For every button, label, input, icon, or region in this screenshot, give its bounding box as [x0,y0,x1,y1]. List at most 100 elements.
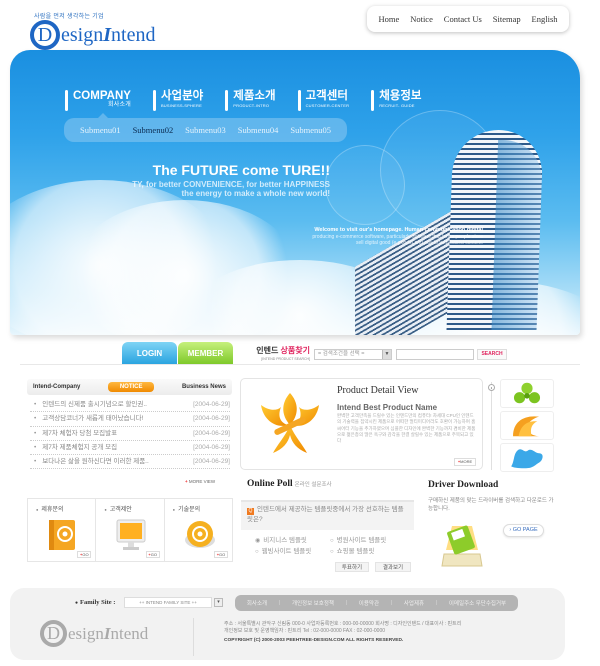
search-select-value: = 검색조건을 선택 = [318,351,365,357]
nav-sublabel: CUSTOMER-CENTER [305,103,350,108]
poll-option-radio[interactable]: 쇼핑몰 템플릿 [330,545,375,555]
nav-label: 채용정보 [379,90,422,102]
list-item[interactable]: 제7차 체험자 당첨 모집발표 [2004-06-29] [30,427,230,441]
inquiry-partnership[interactable]: 제휴문의 +GO [28,499,97,561]
search-input[interactable] [396,349,474,360]
divider [20,364,580,365]
footer-links: 회사소개 | 개인정보 보호정책 | 이용약관 | 사업제휴 | 이메일주소 무단수집거… [235,595,518,611]
site-logo[interactable]: D esignIntend [30,20,155,50]
product-name: Intend Best Product Name [337,403,438,412]
hero-title: The FUTURE come TURE!! [152,162,330,178]
poll-option-radio[interactable]: 비지니스 템플릿 [255,534,307,544]
top-nav-english[interactable]: English [532,14,558,24]
submenu-item[interactable]: Submenu05 [290,125,331,135]
go-page-label: GO PAGE [512,527,538,533]
product-title: Product Detail View [337,385,419,396]
notice-date: [2004-06-29] [193,401,230,408]
main-nav-company[interactable]: COMPANY 회사소개 [65,90,131,111]
footer-link-partnership[interactable]: 사업제휴 [404,599,424,607]
nav-divider [65,90,68,111]
product-more-button[interactable]: +MORE [454,458,476,466]
go-page-button[interactable]: › GO PAGE [503,524,544,537]
nav-label: COMPANY [73,90,131,102]
list-item[interactable]: 인텐드의 신제품 출시기념으로 할인권.. [2004-06-29] [30,398,230,413]
poll-subtitle: 온라인 설문조사 [294,482,332,488]
inquiry-suggestion[interactable]: 고객제안 +GO [96,499,165,561]
thumb-green-clover[interactable] [500,379,554,408]
family-site-select[interactable]: ++ INTEND FAMILY SITE ++ [124,597,212,608]
separator: | [390,600,393,606]
poll-question-text: 인텐드에서 제공하는 템플릿중에서 가장 선호하는 템플릿은? [247,506,404,523]
more-view-link[interactable]: + MORE VIEW [185,479,215,484]
go-button[interactable]: +GO [145,551,160,558]
hero-subtitle: TY, for better CONVENIENCE, for better H… [0,180,330,198]
notice-date: [2004-06-29] [193,415,230,423]
inquiry-technical[interactable]: 기술문의 +GO [165,499,232,561]
notice-title: 고객상담코너가 새롭게 태어났습니다! [34,412,143,425]
thumb-orange-wave[interactable] [500,411,554,440]
main-nav-product[interactable]: 제품소개 PRODUCT-INTRO [225,90,276,111]
poll-option-radio[interactable]: 병원사이트 템플릿 [330,534,387,544]
driver-description: 구매하신 제품의 맞는 드라이버를 검색하고 다운로드 가능합니다. [428,498,554,512]
main-nav-customer[interactable]: 고객센터 CUSTOMER-CENTER [297,90,350,111]
thumbs-indicator[interactable]: • [488,384,495,391]
vote-button[interactable]: 투표하기 [335,562,369,572]
top-nav-notice[interactable]: Notice [410,14,433,24]
notice-title: 제7차 제품체험지 공개 모집 [34,441,117,454]
submenu-item[interactable]: Submenu04 [238,125,279,135]
separator: | [345,600,348,606]
submenu-item-active[interactable]: Submenu02 [133,125,174,135]
separator: | [435,600,438,606]
nav-sublabel: 회사소개 [108,102,131,108]
more-label: MORE [460,459,473,464]
poll-question: Q 인텐드에서 제공하는 템플릿중에서 가장 선호하는 템플릿은? [241,500,414,530]
footer-link-email-policy[interactable]: 이메일주소 무단수집거부 [449,599,506,607]
thumb-blue-splash[interactable] [500,443,554,472]
footer-link-company[interactable]: 회사소개 [247,599,267,607]
search-button[interactable]: SEARCH [477,349,507,360]
nav-sublabel: RECRUIT- GUIDE [379,103,415,108]
main-nav-recruit[interactable]: 채용정보 RECRUIT- GUIDE [371,90,422,111]
hero-subtitle-line: the energy to make a whole new world! [181,189,330,198]
logo-initial: D [30,20,60,50]
poll-option-radio[interactable]: 웹빙사이트 템플릿 [255,545,312,555]
tab-business-news[interactable]: Business News [182,384,226,390]
footer-link-terms[interactable]: 이용약관 [359,599,379,607]
nav-divider [225,90,229,111]
tab-notice[interactable]: NOTICE [107,382,155,392]
inquiry-label: 기술문의 [173,504,200,513]
separator: | [278,600,281,606]
footer-link-privacy[interactable]: 개인정보 보호정책 [292,599,334,607]
login-button[interactable]: LOGIN [122,342,177,364]
driver-title: Driver Download [428,480,499,490]
nav-label: 제품소개 [233,90,276,102]
tab-intend-company[interactable]: Intend-Company [33,384,80,390]
more-view-label: MORE VIEW [188,479,216,484]
nav-sublabel: BUSINESS-SPHERE [160,103,202,108]
go-button[interactable]: +GO [77,551,92,558]
main-nav-business[interactable]: 사업분야 BUSINESS-SPHERE [152,90,203,111]
notice-date: [2004-06-29] [193,429,230,437]
go-button[interactable]: +GO [213,551,228,558]
search-label: 인텐드 상품찾기 [240,347,310,355]
search-label-highlight: 상품찾기 [280,346,310,355]
notice-date: [2004-06-29] [193,458,230,466]
notice-title: 인텐드의 신제품 출시기념으로 할인권.. [34,398,147,411]
view-results-button[interactable]: 결과보기 [375,562,411,572]
notice-date: [2004-06-29] [193,443,230,451]
list-item[interactable]: 제7차 제품체험지 공개 모집 [2004-06-29] [30,441,230,456]
top-nav-contact[interactable]: Contact Us [444,14,482,24]
member-button[interactable]: MEMBER [178,342,233,364]
submenu-item[interactable]: Submenu01 [80,125,121,135]
search-condition-select[interactable]: = 검색조건을 선택 = ▼ [314,349,392,360]
top-nav-home[interactable]: Home [378,14,399,24]
list-item[interactable]: 보다나은 삶을 원하신다면 이러한 제품.. [2004-06-29] [30,455,230,470]
submenu-item[interactable]: Submenu03 [185,125,226,135]
top-nav-sitemap[interactable]: Sitemap [493,14,521,24]
question-icon: Q [247,508,254,515]
footer-divider [193,618,194,656]
inquiry-label: 고객제안 [104,504,132,513]
list-item[interactable]: 고객상담코너가 새롭게 태어났습니다! [2004-06-29] [30,412,230,427]
chevron-down-icon[interactable]: ▾ [214,598,223,607]
green-clover-icon [513,382,541,404]
